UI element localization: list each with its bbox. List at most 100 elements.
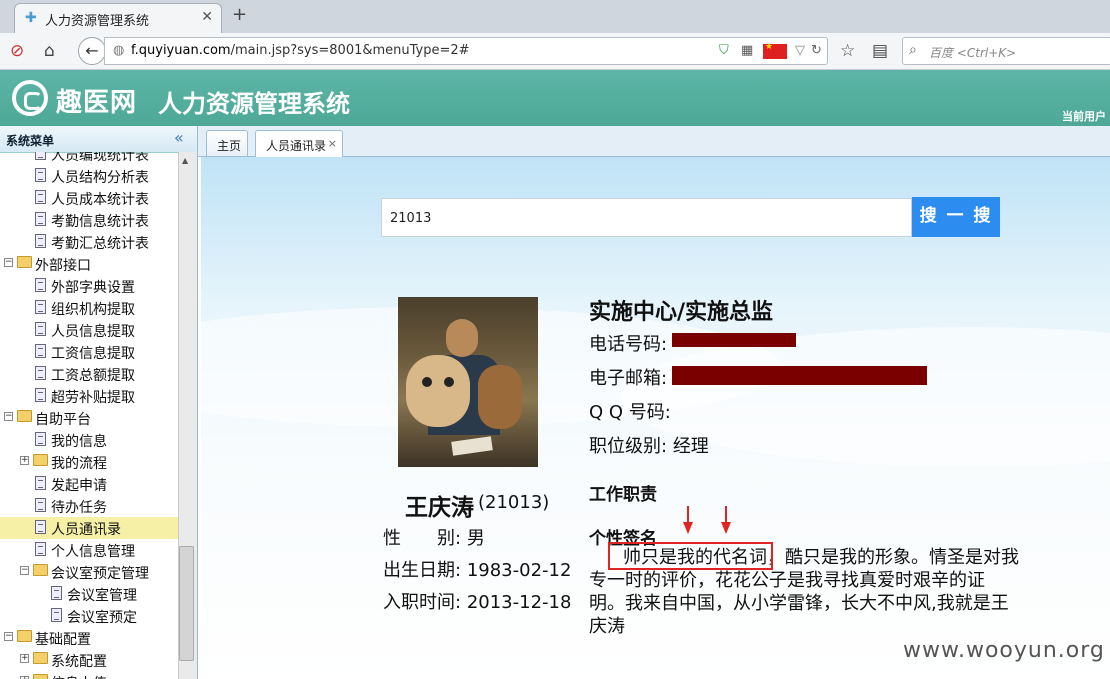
sidebar-item[interactable]: 个人信息管理 bbox=[0, 539, 178, 561]
sidebar-item[interactable]: 超劳补贴提取 bbox=[0, 385, 178, 407]
phone-redaction bbox=[672, 333, 796, 347]
close-tab-icon[interactable]: ✕ bbox=[201, 9, 213, 25]
sidebar-item-label: 人员成本统计表 bbox=[51, 192, 149, 208]
employee-name: 王庆涛 bbox=[405, 495, 474, 521]
page-icon bbox=[35, 278, 46, 292]
photo-teddy-bear bbox=[406, 355, 470, 427]
page-icon bbox=[35, 366, 46, 380]
sidebar-item[interactable]: 人员通讯录 bbox=[0, 517, 178, 539]
sidebar-item[interactable]: 工资信息提取 bbox=[0, 341, 178, 363]
dropdown-icon[interactable]: ▽ bbox=[795, 43, 805, 58]
sidebar-item-label: 人员通讯录 bbox=[51, 522, 121, 538]
globe-icon: ◍ bbox=[113, 43, 125, 58]
qq-row: Q Q 号码: bbox=[589, 398, 671, 424]
sidebar-item[interactable]: 人员结构分析表 bbox=[0, 165, 178, 187]
reload-icon[interactable]: ↻ bbox=[811, 43, 822, 58]
profile-photo bbox=[398, 297, 538, 467]
expand-node-icon[interactable]: + bbox=[20, 456, 29, 465]
bookmark-star-icon[interactable]: ☆ bbox=[840, 41, 855, 61]
sidebar-item[interactable]: + 系统配置 bbox=[0, 649, 178, 671]
brand-name: 趣医网 bbox=[56, 88, 138, 118]
photo-person-head bbox=[446, 319, 478, 357]
qr-code-icon[interactable]: ▦ bbox=[741, 43, 753, 58]
sidebar-item-label: 组织机构提取 bbox=[51, 302, 135, 318]
page-icon bbox=[35, 498, 46, 512]
sidebar-item[interactable]: − 自助平台 bbox=[0, 407, 178, 429]
sidebar-item[interactable]: 我的信息 bbox=[0, 429, 178, 451]
sidebar-item[interactable]: 考勤信息统计表 bbox=[0, 209, 178, 231]
sidebar-item[interactable]: − 外部接口 bbox=[0, 253, 178, 275]
sidebar-item[interactable]: +信息上传 bbox=[0, 671, 178, 679]
reading-list-icon[interactable]: ▤ bbox=[872, 41, 888, 61]
page-icon bbox=[35, 432, 46, 446]
collapse-node-icon[interactable]: − bbox=[4, 412, 13, 421]
collapse-node-icon[interactable]: − bbox=[20, 566, 29, 575]
shield-icon[interactable]: ⛉ bbox=[719, 43, 729, 58]
sidebar-item[interactable]: 会议室管理 bbox=[0, 583, 178, 605]
photo-plush-squirrel bbox=[478, 365, 522, 429]
sidebar-item[interactable]: 会议室预定 bbox=[0, 605, 178, 627]
duty-heading: 工作职责 bbox=[589, 485, 657, 505]
scroll-up-icon[interactable]: ▲ bbox=[182, 156, 188, 165]
sidebar-item-label: 会议室管理 bbox=[67, 588, 137, 604]
tab-home[interactable]: 主页 bbox=[206, 130, 248, 156]
sidebar-item[interactable]: − 基础配置 bbox=[0, 627, 178, 649]
expand-node-icon[interactable]: + bbox=[20, 654, 29, 663]
email-row: 电子邮箱: bbox=[589, 364, 667, 390]
home-icon[interactable]: ⌂ bbox=[44, 41, 55, 61]
sidebar-item[interactable]: 待办任务 bbox=[0, 495, 178, 517]
sidebar-item[interactable]: 考勤汇总统计表 bbox=[0, 231, 178, 253]
sidebar-item[interactable]: 人员成本统计表 bbox=[0, 187, 178, 209]
sidebar-scroll-thumb[interactable] bbox=[179, 546, 194, 661]
block-icon[interactable]: ⊘ bbox=[10, 41, 24, 61]
hire-label: 入职时间: bbox=[383, 592, 462, 613]
collapse-icon[interactable]: « bbox=[174, 128, 184, 147]
sidebar-item[interactable]: 人员编现统计表 bbox=[0, 152, 178, 165]
sidebar-item[interactable]: 人员信息提取 bbox=[0, 319, 178, 341]
url-text: f.quyiyuan.com/main.jsp?sys=8001&menuTyp… bbox=[131, 43, 470, 58]
collapse-node-icon[interactable]: − bbox=[4, 632, 13, 641]
sidebar-item-label: 会议室预定管理 bbox=[51, 566, 149, 582]
china-flag-icon[interactable] bbox=[763, 42, 787, 59]
browser-tab[interactable]: ✚ 人力资源管理系统 ✕ bbox=[14, 3, 222, 33]
sidebar-item-label: 工资信息提取 bbox=[51, 346, 135, 362]
sidebar-item[interactable]: 组织机构提取 bbox=[0, 297, 178, 319]
sidebar-item[interactable]: − 会议室预定管理 bbox=[0, 561, 178, 583]
department-title: 实施中心/实施总监 bbox=[589, 300, 774, 325]
highlight-box bbox=[608, 542, 773, 570]
sidebar-item-label: 发起申请 bbox=[51, 478, 107, 494]
sidebar-item-label: 自助平台 bbox=[35, 412, 91, 428]
contact-search-input[interactable]: 21013 bbox=[381, 198, 912, 237]
tab-contacts[interactable]: 人员通讯录 × bbox=[255, 130, 343, 157]
sidebar-item-label: 人员信息提取 bbox=[51, 324, 135, 340]
page-icon bbox=[51, 586, 62, 600]
folder-icon bbox=[17, 256, 32, 268]
sidebar-header: 系统菜单 « bbox=[0, 126, 197, 153]
system-title: 人力资源管理系统 bbox=[158, 90, 350, 118]
level-value: 经理 bbox=[672, 436, 709, 457]
tab-close-icon[interactable]: × bbox=[328, 137, 337, 150]
page-icon bbox=[35, 520, 46, 534]
gender-row: 性 别: 男 bbox=[383, 524, 485, 550]
new-tab-icon[interactable]: + bbox=[232, 4, 247, 25]
address-bar[interactable]: ◍ f.quyiyuan.com/main.jsp?sys=8001&menuT… bbox=[104, 37, 828, 65]
search-placeholder: 百度 <Ctrl+K> bbox=[929, 46, 1017, 60]
sidebar-item[interactable]: 发起申请 bbox=[0, 473, 178, 495]
sidebar-item-label: 个人信息管理 bbox=[51, 544, 135, 560]
search-icon: ⌕ bbox=[909, 42, 917, 58]
hire-row: 入职时间: 2013-12-18 bbox=[383, 588, 571, 614]
page-icon bbox=[35, 388, 46, 402]
red-arrow-icon bbox=[683, 506, 693, 534]
back-button[interactable]: ← bbox=[78, 37, 106, 65]
search-button[interactable]: 搜 一 搜 bbox=[912, 197, 1000, 237]
sidebar-item[interactable]: 工资总额提取 bbox=[0, 363, 178, 385]
sidebar-item[interactable]: + 我的流程 bbox=[0, 451, 178, 473]
sidebar-item-label: 系统配置 bbox=[51, 654, 107, 670]
sidebar-item-label: 人员结构分析表 bbox=[51, 170, 149, 186]
sidebar-item[interactable]: 外部字典设置 bbox=[0, 275, 178, 297]
sidebar-item-label: 超劳补贴提取 bbox=[51, 390, 135, 406]
collapse-node-icon[interactable]: − bbox=[4, 258, 13, 267]
browser-search-box[interactable]: ⌕ 百度 <Ctrl+K> bbox=[902, 37, 1110, 65]
browser-navbar: ⊘ ⌂ ← ◍ f.quyiyuan.com/main.jsp?sys=8001… bbox=[0, 33, 1110, 70]
sidebar-item-label: 考勤汇总统计表 bbox=[51, 236, 149, 252]
